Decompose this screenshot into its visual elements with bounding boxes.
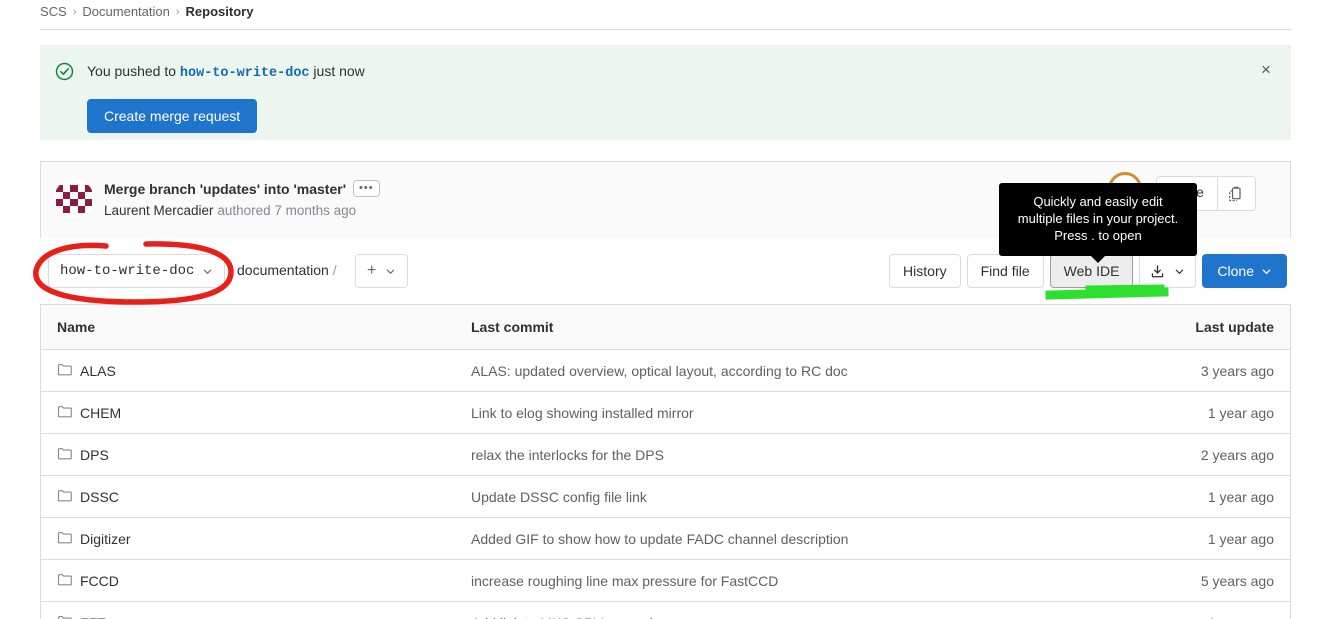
breadcrumb-item-scs[interactable]: SCS [40,4,67,19]
folder-name-link[interactable]: DSSC [80,489,119,505]
last-update-cell: 1 year ago [1207,530,1274,547]
close-icon[interactable]: × [1256,60,1276,80]
push-alert-banner: You pushed to how-to-write-doc just now … [40,45,1291,140]
breadcrumb-divider [40,29,1291,30]
folder-name-link[interactable]: ALAS [80,363,116,379]
copy-icon[interactable] [1216,177,1255,210]
chevron-down-icon [387,269,395,274]
commit-meta: Laurent Mercadier authored 7 months ago [104,203,356,218]
download-source-dropdown[interactable] [1139,254,1197,288]
folder-name-link[interactable]: DPS [80,447,109,463]
branch-name-label: how-to-write-doc [60,263,195,279]
column-header-last-update: Last update [1195,319,1274,335]
alert-branch-link[interactable]: how-to-write-doc [180,66,310,81]
check-circle-icon [55,62,74,81]
download-icon [1152,264,1164,277]
folder-icon [57,614,72,619]
folder-icon [57,446,72,464]
last-commit-cell[interactable]: increase roughing line max pressure for … [471,573,1090,589]
table-row[interactable]: FFT Add link to MKS SRV manual1 year ago [41,602,1290,619]
chevron-down-icon [1176,269,1184,274]
alert-text-after: just now [313,63,365,79]
repository-file-table: Name Last commit Last update ALAS ALAS: u… [40,304,1291,619]
folder-icon [57,530,72,548]
alert-text-before: You pushed to [87,63,177,79]
last-commit-cell[interactable]: ALAS: updated overview, optical layout, … [471,363,1090,379]
table-row[interactable]: Digitizer Added GIF to show how to update… [41,518,1290,560]
branch-selector-dropdown[interactable]: how-to-write-doc [48,254,226,288]
folder-name-link[interactable]: FFT [80,615,106,619]
create-merge-request-button[interactable]: Create merge request [87,99,258,133]
breadcrumb: SCS › Documentation › Repository [40,4,253,19]
last-update-cell: 1 year ago [1207,488,1274,505]
breadcrumb-item-documentation[interactable]: Documentation [82,4,169,19]
find-file-button[interactable]: Find file [966,254,1044,288]
breadcrumb-current-repository: Repository [185,4,254,19]
commit-timestamp: authored 7 months ago [217,203,357,218]
file-name-cell: Digitizer [41,530,471,548]
folder-name-link[interactable]: Digitizer [80,531,131,547]
table-body: ALAS ALAS: updated overview, optical layo… [41,350,1290,619]
tooltip-arrow [1091,256,1105,263]
file-name-cell: CHEM [41,404,471,422]
folder-icon [57,488,72,506]
clone-dropdown-button[interactable]: Clone [1202,254,1287,288]
commit-title-text: Merge branch 'updates' into 'master' [104,180,347,197]
table-row[interactable]: DPS relax the interlocks for the DPS 2 yea… [41,434,1290,476]
chevron-down-icon [204,269,212,274]
chevron-right-icon: › [175,5,180,18]
history-button[interactable]: History [889,254,961,288]
table-row[interactable]: CHEM Link to elog showing installed mirro… [41,392,1290,434]
file-name-cell: FCCD [41,572,471,590]
folder-icon [57,572,72,590]
path-separator: / [332,262,337,278]
last-update-cell: 5 years ago [1200,572,1274,589]
column-header-last-commit: Last commit [471,319,554,335]
add-to-repository-dropdown[interactable]: + [355,254,409,288]
avatar [54,179,94,219]
file-name-cell: ALAS [41,362,471,380]
folder-name-link[interactable]: CHEM [80,405,121,421]
file-path-breadcrumb: documentation / [237,262,337,278]
repository-page: SCS › Documentation › Repository You pus… [0,0,1331,619]
chevron-down-icon [1262,268,1271,274]
folder-icon [57,404,72,422]
commit-expand-button[interactable]: ••• [353,180,380,197]
last-update-cell: 2 years ago [1200,446,1274,463]
folder-name-link[interactable]: FCCD [80,573,119,589]
table-header-row: Name Last commit Last update [41,305,1290,350]
last-commit-cell[interactable]: Added GIF to show how to update FADC cha… [471,531,1090,547]
web-ide-tooltip: Quickly and easily edit multiple files i… [999,183,1197,263]
file-name-cell: DSSC [41,488,471,506]
last-commit-cell[interactable]: Add link to MKS SRV manual [471,615,1090,619]
commit-author[interactable]: Laurent Mercadier [104,203,214,218]
repository-action-buttons: History Find file Web IDE Clone [889,254,1287,288]
commit-title: Merge branch 'updates' into 'master' ••• [104,180,380,197]
table-row[interactable]: DSSC Update DSSC config file link 1 year a… [41,476,1290,518]
chevron-right-icon: › [72,5,77,18]
last-update-cell: 3 years ago [1200,362,1274,379]
table-row[interactable]: FCCD increase roughing line max pressure … [41,560,1290,602]
last-commit-cell[interactable]: Update DSSC config file link [471,489,1090,505]
last-update-cell: 1 year ago [1207,404,1274,421]
path-segment-documentation[interactable]: documentation [237,262,329,278]
clone-label: Clone [1217,263,1254,279]
file-name-cell: FFT [41,614,471,619]
column-header-name: Name [57,319,96,335]
table-row[interactable]: ALAS ALAS: updated overview, optical layo… [41,350,1290,392]
last-commit-cell[interactable]: relax the interlocks for the DPS [471,447,1090,463]
file-name-cell: DPS [41,446,471,464]
folder-icon [57,362,72,380]
last-update-cell: 1 year ago [1090,615,1290,619]
plus-icon: + [367,262,377,279]
push-alert-text: You pushed to how-to-write-doc just now [87,63,365,81]
tooltip-text: Quickly and easily edit multiple files i… [1017,194,1179,243]
last-commit-cell[interactable]: Link to elog showing installed mirror [471,405,1090,421]
